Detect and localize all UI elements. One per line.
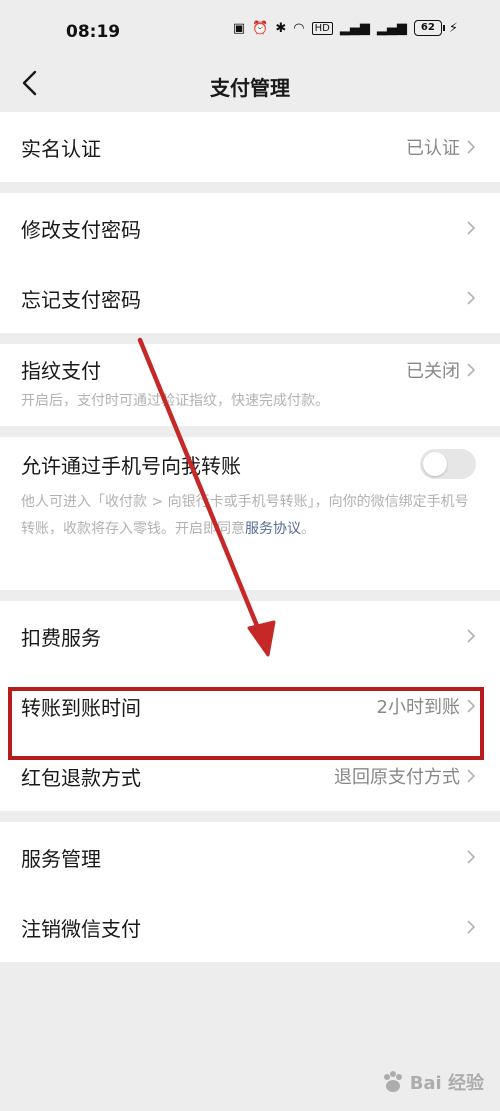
- status-bar: 08:19 ▣ ⏰ ✱ ◠ HD ▂▄▆ ▂▄▆ 62 ⚡: [0, 0, 500, 60]
- group-fingerprint: 指纹支付 已关闭 开启后，支付时可通过验证指纹，快速完成付款。: [0, 344, 500, 426]
- row-description: 他人可进入「收付款 > 向银行卡或手机号转账」，向你的微信绑定手机号转账，收款将…: [21, 489, 476, 542]
- row-label: 扣费服务: [21, 625, 101, 650]
- watermark: Bai 经验: [380, 1069, 484, 1095]
- hd-badge: HD: [311, 21, 333, 35]
- row-red-packet-refund[interactable]: 红包退款方式 退回原支付方式: [0, 741, 500, 811]
- row-label: 忘记支付密码: [21, 287, 141, 312]
- status-time: 08:19: [66, 22, 121, 42]
- signal-icon: ▂▄▆: [339, 20, 370, 36]
- row-value: 退回原支付方式: [334, 767, 460, 788]
- row-value: 已关闭: [406, 360, 460, 382]
- chevron-right-icon: [467, 221, 476, 235]
- row-label: 实名认证: [21, 136, 101, 161]
- row-label: 服务管理: [21, 846, 101, 871]
- row-forgot-password[interactable]: 忘记支付密码: [0, 263, 500, 333]
- chevron-right-icon: [467, 769, 476, 783]
- description-end: 。: [301, 520, 315, 537]
- row-label: 指纹支付: [21, 359, 101, 384]
- row-cancel-wechat-pay[interactable]: 注销微信支付: [0, 892, 500, 962]
- row-value: 2小时到账: [376, 697, 460, 718]
- row-main: 指纹支付 已关闭: [21, 355, 476, 384]
- chevron-right-icon: [467, 920, 476, 934]
- battery-icon: 62: [413, 20, 445, 36]
- row-label: 允许通过手机号向我转账: [21, 453, 241, 478]
- chevron-right-icon: [467, 363, 476, 377]
- row-label: 红包退款方式: [21, 765, 141, 790]
- charging-icon: ⚡: [448, 20, 458, 36]
- row-real-name-auth[interactable]: 实名认证 已认证: [0, 112, 500, 182]
- group-real-name: 实名认证 已认证: [0, 112, 500, 182]
- alarm-icon: ⏰: [252, 20, 269, 36]
- row-transfer-arrival-time[interactable]: 转账到账时间 2小时到账: [0, 671, 500, 741]
- row-label: 注销微信支付: [21, 916, 141, 941]
- chevron-right-icon: [467, 629, 476, 643]
- wifi-icon: ◠: [293, 20, 305, 36]
- row-service-management[interactable]: 服务管理: [0, 822, 500, 892]
- chevron-right-icon: [467, 850, 476, 864]
- status-icons: ▣ ⏰ ✱ ◠ HD ▂▄▆ ▂▄▆ 62 ⚡: [233, 20, 458, 36]
- row-description: 开启后，支付时可通过验证指纹，快速完成付款。: [21, 393, 329, 410]
- nfc-icon: ▣: [232, 20, 246, 36]
- row-deduction-service[interactable]: 扣费服务: [0, 601, 500, 671]
- signal-icon-2: ▂▄▆: [376, 20, 407, 36]
- group-services: 扣费服务 转账到账时间 2小时到账 红包退款方式 退回原支付方式: [0, 601, 500, 811]
- row-label: 转账到账时间: [21, 695, 141, 720]
- group-password: 修改支付密码 忘记支付密码: [0, 193, 500, 333]
- chevron-right-icon: [467, 140, 476, 154]
- watermark-text: Bai 经验: [409, 1073, 484, 1094]
- chevron-right-icon: [467, 291, 476, 305]
- row-fingerprint-pay[interactable]: 指纹支付 已关闭 开启后，支付时可通过验证指纹，快速完成付款。: [0, 344, 500, 426]
- group-management: 服务管理 注销微信支付: [0, 822, 500, 962]
- row-label: 修改支付密码: [21, 217, 141, 242]
- nav-bar: 支付管理: [0, 60, 500, 112]
- bluetooth-icon: ✱: [275, 20, 287, 36]
- paw-logo-icon: [383, 1071, 402, 1092]
- chevron-right-icon: [467, 699, 476, 713]
- row-change-password[interactable]: 修改支付密码: [0, 193, 500, 263]
- row-allow-phone-transfer: 允许通过手机号向我转账 他人可进入「收付款 > 向银行卡或手机号转账」，向你的微…: [0, 437, 500, 590]
- row-main: 允许通过手机号向我转账: [21, 449, 476, 479]
- page-title: 支付管理: [210, 76, 290, 100]
- group-phone-transfer: 允许通过手机号向我转账 他人可进入「收付款 > 向银行卡或手机号转账」，向你的微…: [0, 437, 500, 590]
- phone-transfer-toggle[interactable]: [420, 449, 476, 479]
- service-agreement-link[interactable]: 服务协议: [245, 521, 301, 537]
- row-value: 已认证: [406, 138, 460, 159]
